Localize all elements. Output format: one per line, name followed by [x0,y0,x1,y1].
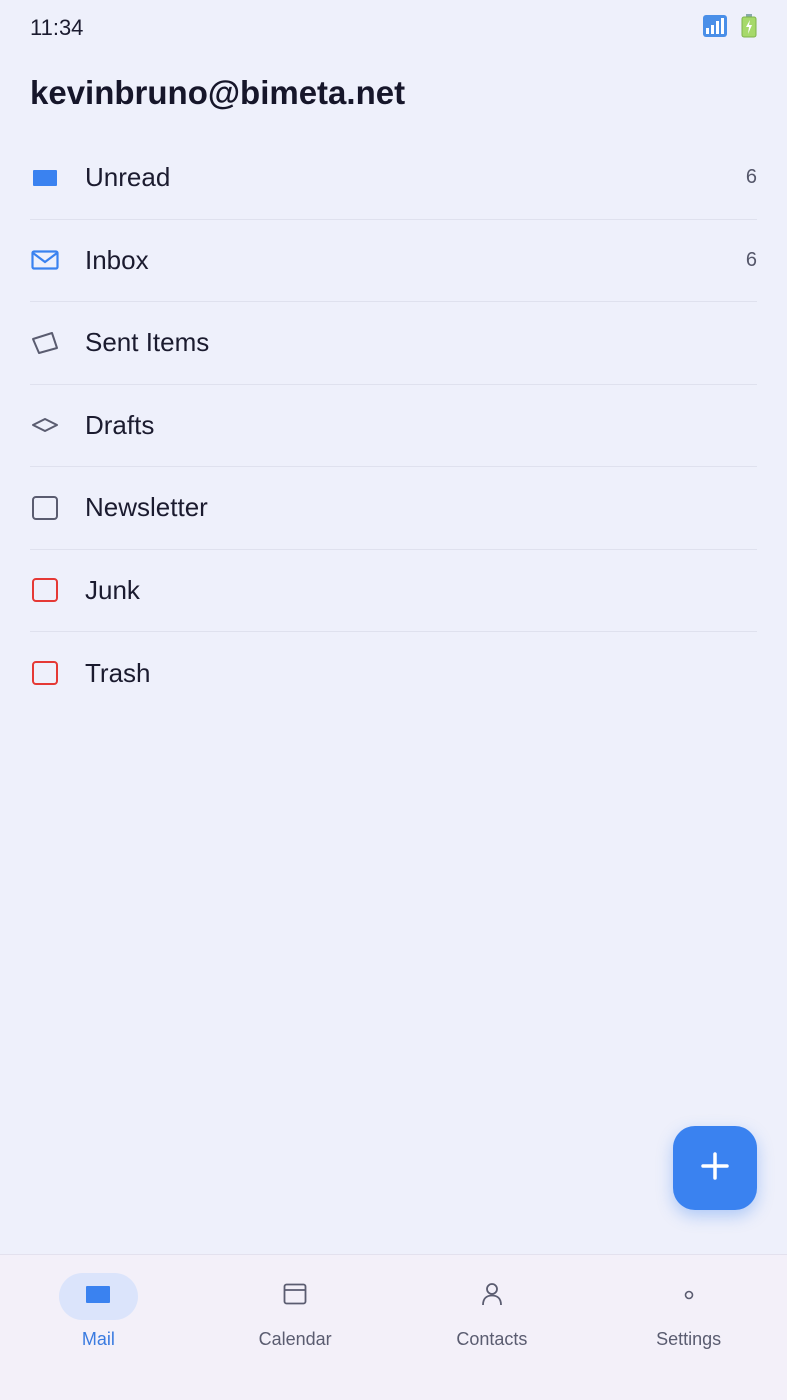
folder-label: Unread [85,162,171,193]
nav-pill [58,1273,138,1320]
nav-pill [452,1273,531,1320]
mail-icon [86,1285,111,1308]
nav-item-settings[interactable]: Settings [590,1255,787,1400]
contacts-icon [480,1282,504,1311]
nav-item-calendar[interactable]: Calendar [197,1255,394,1400]
sent-icon [30,328,60,358]
bottom-nav: Mail Calendar Contacts Settings [0,1254,787,1400]
status-icons [703,13,757,43]
nav-label: Calendar [258,1329,332,1349]
folder-item-inbox[interactable]: Inbox 6 [30,220,757,302]
folder-item-sent-items[interactable]: Sent Items [30,302,757,385]
compose-button[interactable] [673,1126,757,1210]
plus-icon [701,1151,729,1185]
folder-label: Inbox [85,244,149,275]
nav-item-contacts[interactable]: Contacts [394,1255,591,1400]
battery-icon [741,13,757,43]
folder-item-unread[interactable]: Unread 6 [30,137,757,220]
nav-item-mail[interactable]: Mail [0,1255,197,1400]
nav-pill [649,1273,728,1320]
trash-icon [30,658,60,688]
newsletter-icon [30,493,60,523]
unread-icon [30,163,60,193]
drafts-icon [30,410,60,440]
nav-pill [256,1273,335,1320]
folder-item-junk[interactable]: Junk [30,550,757,632]
folder-item-trash[interactable]: Trash [30,632,757,715]
folder-label: Sent Items [85,327,210,358]
folder-item-drafts[interactable]: Drafts [30,385,757,467]
inbox-icon [30,245,60,275]
folder-item-newsletter[interactable]: Newsletter [30,467,757,550]
junk-icon [30,575,60,605]
signal-icon [703,14,727,42]
folder-label: Newsletter [85,492,208,523]
folder-label: Drafts [85,409,155,440]
status-time: 11:34 [30,15,84,40]
nav-label: Settings [656,1329,722,1349]
folder-list: Unread 6 Inbox 6 Sent Items Drafts Newsl… [30,137,757,715]
folder-label: Trash [85,657,151,688]
folder-label: Junk [85,574,140,605]
unread-count: 6 [745,166,757,189]
status-bar: 11:34 [0,0,787,56]
nav-label: Contacts [456,1329,528,1349]
nav-label: Mail [81,1329,115,1349]
settings-icon [683,1288,695,1306]
calendar-icon [283,1283,307,1310]
account-email: kevinbruno@bimeta.net [30,74,406,111]
inbox-count: 6 [745,248,757,271]
